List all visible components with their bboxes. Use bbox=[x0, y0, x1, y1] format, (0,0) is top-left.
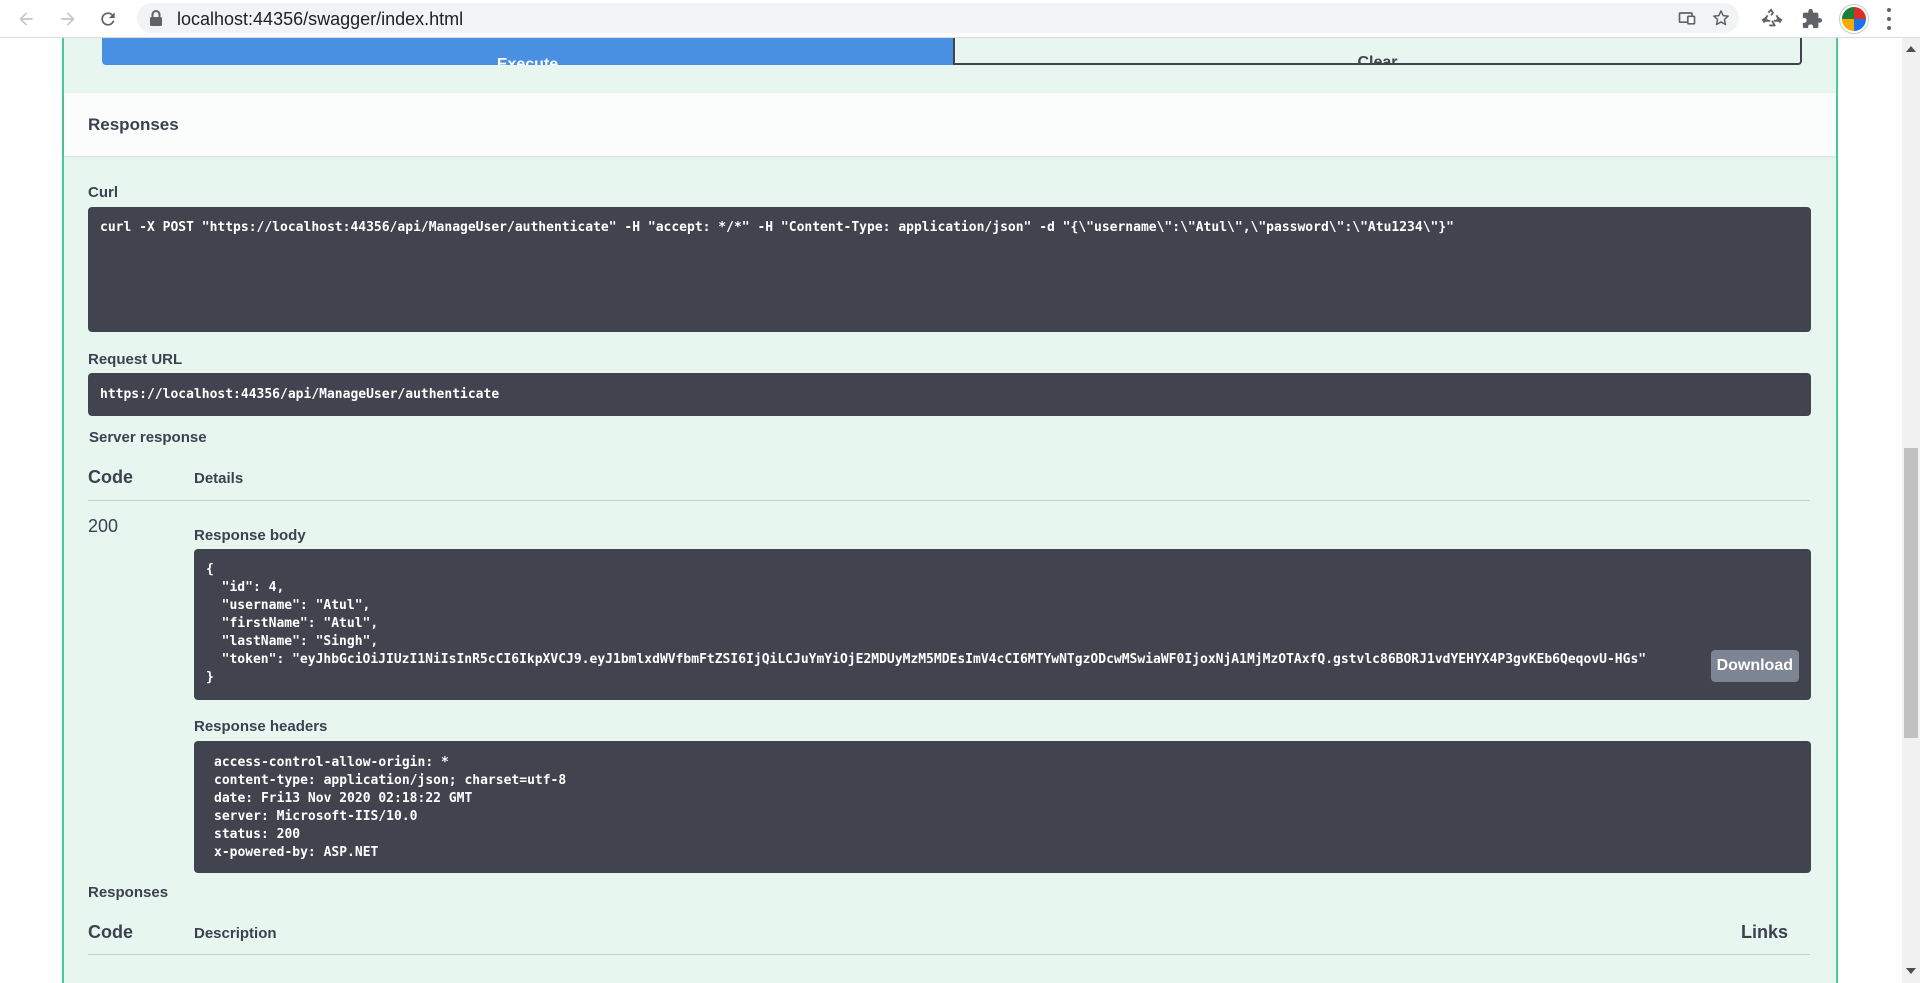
responses-description-header: Description bbox=[194, 925, 277, 942]
request-url-value[interactable]: https://localhost:44356/api/ManageUser/a… bbox=[100, 387, 499, 402]
scroll-down-arrow-icon[interactable] bbox=[1906, 968, 1916, 974]
response-body-line: } bbox=[206, 670, 214, 685]
response-body-box[interactable]: { "id": 4, "username": "Atul", "firstNam… bbox=[194, 549, 1811, 700]
page-scrollbar[interactable] bbox=[1902, 38, 1920, 983]
response-body-line: "token": "eyJhbGciOiJIUzI1NiIsInR5cCI6Ik… bbox=[206, 652, 1647, 667]
menu-dots-icon[interactable] bbox=[1886, 8, 1892, 30]
responses-title: Responses bbox=[88, 114, 179, 134]
details-column-header: Details bbox=[194, 470, 244, 487]
response-body-line: { bbox=[206, 562, 214, 577]
post-operation-block: Execute Clear Responses Curl curl -X POS… bbox=[62, 38, 1838, 983]
browser-toolbar: localhost:44356/swagger/index.html bbox=[0, 0, 1920, 38]
response-body-line: "id": 4, bbox=[206, 580, 285, 595]
execute-label: Execute bbox=[496, 56, 559, 65]
status-code: 200 bbox=[88, 516, 119, 536]
execute-button[interactable]: Execute bbox=[102, 38, 953, 65]
response-header-line: x-powered-by: ASP.NET bbox=[214, 845, 379, 860]
response-body-line: "lastName": "Singh", bbox=[206, 634, 379, 649]
scroll-up-arrow-icon[interactable] bbox=[1906, 46, 1916, 52]
response-headers-label: Response headers bbox=[194, 718, 328, 735]
request-url-label: Request URL bbox=[88, 351, 183, 368]
execute-wrapper: Execute Clear bbox=[102, 38, 1802, 65]
response-header-line: access-control-allow-origin: * bbox=[214, 755, 449, 770]
curl-code-box[interactable]: curl -X POST "https://localhost:44356/ap… bbox=[88, 207, 1811, 332]
response-header-line: status: 200 bbox=[214, 827, 301, 842]
lock-icon[interactable] bbox=[149, 10, 163, 26]
cast-icon[interactable] bbox=[1677, 8, 1697, 28]
code-column-header: Code bbox=[88, 467, 133, 487]
download-button[interactable]: Download bbox=[1710, 650, 1799, 682]
page-viewport: Execute Clear Responses Curl curl -X POS… bbox=[0, 38, 1902, 983]
clear-label: Clear bbox=[1357, 54, 1398, 65]
response-body-line: "username": "Atul", bbox=[206, 598, 371, 613]
responses-header: Responses bbox=[64, 93, 1836, 156]
responses-table-title: Responses bbox=[88, 884, 169, 901]
response-header-line: content-type: application/json; charset=… bbox=[214, 773, 567, 788]
response-body-line: "firstName": "Atul", bbox=[206, 616, 379, 631]
responses-links-header: Links bbox=[1741, 922, 1789, 942]
recycle-extension-icon[interactable] bbox=[1760, 7, 1784, 31]
server-response-label: Server response bbox=[89, 429, 207, 446]
response-header-line: server: Microsoft-IIS/10.0 bbox=[214, 809, 418, 824]
response-header-line: date: Fri13 Nov 2020 02:18:22 GMT bbox=[214, 791, 473, 806]
forward-arrow-icon[interactable] bbox=[55, 6, 81, 32]
profile-avatar[interactable] bbox=[1840, 5, 1868, 33]
scroll-thumb[interactable] bbox=[1904, 448, 1918, 738]
curl-label: Curl bbox=[88, 184, 118, 201]
star-icon[interactable] bbox=[1711, 8, 1731, 28]
request-url-box[interactable]: https://localhost:44356/api/ManageUser/a… bbox=[88, 373, 1811, 416]
reload-icon[interactable] bbox=[95, 6, 121, 32]
url-text[interactable]: localhost:44356/swagger/index.html bbox=[177, 9, 463, 30]
address-bar[interactable]: localhost:44356/swagger/index.html bbox=[137, 3, 1739, 33]
response-headers-box[interactable]: access-control-allow-origin: * content-t… bbox=[194, 741, 1811, 873]
responses-code-header: Code bbox=[88, 922, 133, 942]
clear-button[interactable]: Clear bbox=[953, 38, 1802, 65]
server-response-divider bbox=[88, 500, 1810, 501]
back-arrow-icon[interactable] bbox=[13, 6, 39, 32]
responses-table-divider bbox=[88, 954, 1810, 955]
curl-command[interactable]: curl -X POST "https://localhost:44356/ap… bbox=[100, 220, 1454, 235]
response-body-label: Response body bbox=[194, 527, 306, 544]
puzzle-extensions-icon[interactable] bbox=[1800, 7, 1824, 31]
